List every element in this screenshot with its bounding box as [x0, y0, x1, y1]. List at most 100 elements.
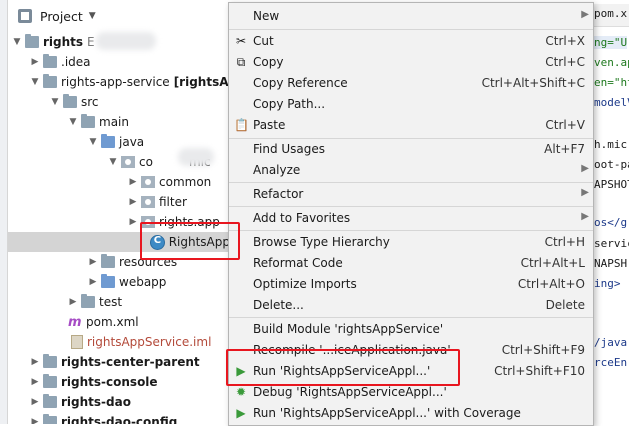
menu-item-copy-path[interactable]: Copy Path...: [229, 94, 593, 115]
menu-item-shortcut: Ctrl+Alt+Shift+C: [481, 76, 585, 90]
tree-item-main[interactable]: ▼ main: [8, 112, 230, 132]
tree-item-src[interactable]: ▼ src: [8, 92, 230, 112]
submenu-arrow-icon: ▶: [581, 211, 589, 222]
paste-icon: 📋: [234, 118, 249, 132]
menu-item-shortcut: Ctrl+V: [545, 118, 585, 132]
code-line: rceEn: [594, 356, 628, 369]
menu-separator: [229, 206, 593, 207]
collapse-arrow-icon[interactable]: ▶: [88, 277, 98, 287]
menu-item-label: Copy: [253, 55, 284, 69]
tree-item-suffix: [rightsA: [173, 75, 229, 89]
coverage-icon: ▶: [236, 406, 246, 420]
menu-item-reformat-code[interactable]: Reformat Code Ctrl+Alt+L: [229, 253, 593, 274]
tree-item-webapp[interactable]: ▶ webapp: [8, 272, 230, 292]
tree-item-idea[interactable]: ▶ .idea: [8, 52, 230, 72]
tree-item-label: .idea: [61, 55, 91, 69]
expand-arrow-icon[interactable]: ▼: [68, 117, 78, 127]
tree-item-rights-dao-config[interactable]: ▶ rights-dao-config: [8, 412, 230, 424]
menu-item-run-with-coverage[interactable]: ▶ Run 'RightsAppServiceAppl...' with Cov…: [229, 403, 593, 424]
tree-item-label: rights-console: [61, 375, 158, 389]
collapse-arrow-icon[interactable]: ▶: [30, 417, 40, 424]
tree-item-rights-console[interactable]: ▶ rights-console: [8, 372, 230, 392]
collapse-arrow-icon[interactable]: ▶: [30, 357, 40, 367]
collapse-arrow-icon[interactable]: ▶: [128, 217, 138, 227]
module-file-icon: [71, 335, 83, 349]
menu-item-shortcut: Ctrl+Alt+L: [520, 256, 585, 270]
menu-item-label: Build Module 'rightsAppService': [253, 322, 444, 336]
menu-item-shortcut: Ctrl+C: [545, 55, 585, 69]
tree-item-iml[interactable]: rightsAppService.iml: [8, 332, 230, 352]
menu-item-shortcut: Alt+F7: [544, 142, 585, 156]
menu-item-cut[interactable]: ✂ Cut Ctrl+X: [229, 31, 593, 52]
expand-arrow-icon[interactable]: ▼: [12, 37, 22, 47]
menu-item-shortcut: Ctrl+H: [544, 235, 585, 249]
menu-item-label: Analyze: [253, 163, 301, 177]
menu-item-shortcut: Ctrl+X: [545, 34, 585, 48]
project-panel-header[interactable]: Project ▼: [8, 6, 230, 26]
menu-item-delete[interactable]: Delete... Delete: [229, 295, 593, 316]
menu-item-find-usages[interactable]: Find Usages Alt+F7: [229, 139, 593, 160]
menu-separator: [229, 230, 593, 231]
tree-item-rights-app-service[interactable]: ▼ rights-app-service [rightsA: [8, 72, 230, 92]
tree-item-label: rights-dao-config: [61, 415, 178, 424]
menu-item-shortcut: Delete: [545, 298, 585, 312]
menu-item-label: Refactor: [253, 187, 304, 201]
code-line: modelV: [594, 96, 629, 109]
menu-item-new[interactable]: New ▶: [229, 6, 593, 27]
highlight-box-run: [226, 349, 460, 386]
expand-arrow-icon[interactable]: ▼: [88, 137, 98, 147]
tree-item-label: common: [159, 175, 212, 189]
menu-item-copy[interactable]: ⧉ Copy Ctrl+C: [229, 52, 593, 73]
tree-item-label: rights-app-service: [61, 75, 170, 89]
tree-item-label: rightsAppService.iml: [87, 335, 212, 349]
menu-item-label: Copy Reference: [253, 76, 348, 90]
menu-item-shortcut: Ctrl+Alt+O: [517, 277, 585, 291]
collapse-arrow-icon[interactable]: ▶: [30, 397, 40, 407]
code-line: APSHOT: [594, 178, 629, 191]
collapse-arrow-icon[interactable]: ▶: [128, 197, 138, 207]
web-folder-icon: [101, 274, 115, 288]
expand-arrow-icon[interactable]: ▼: [108, 157, 118, 167]
menu-item-copy-reference[interactable]: Copy Reference Ctrl+Alt+Shift+C: [229, 73, 593, 94]
code-line: ven.ap: [594, 56, 629, 69]
tree-item-rights-center-parent[interactable]: ▶ rights-center-parent: [8, 352, 230, 372]
expand-arrow-icon[interactable]: ▼: [30, 77, 40, 87]
menu-item-build-module[interactable]: Build Module 'rightsAppService': [229, 319, 593, 340]
module-folder-icon: [25, 34, 39, 48]
menu-item-refactor[interactable]: Refactor ▶: [229, 184, 593, 205]
code-line: servic: [594, 237, 629, 250]
tree-item-common[interactable]: ▶ common: [8, 172, 230, 192]
tree-item-pom[interactable]: m pom.xml: [8, 312, 230, 332]
module-folder-icon: [43, 394, 57, 408]
collapse-arrow-icon[interactable]: ▶: [128, 177, 138, 187]
expand-arrow-icon[interactable]: ▼: [50, 97, 60, 107]
tree-item-rights-dao[interactable]: ▶ rights-dao: [8, 392, 230, 412]
collapse-arrow-icon[interactable]: ▶: [30, 377, 40, 387]
submenu-arrow-icon: ▶: [581, 163, 589, 174]
menu-item-shortcut: Ctrl+Shift+F9: [501, 343, 585, 357]
editor-tab[interactable]: pom.x: [590, 4, 629, 27]
submenu-arrow-icon: ▶: [581, 9, 589, 20]
editor-tab-label: pom.x: [594, 7, 628, 20]
menu-item-add-to-favorites[interactable]: Add to Favorites ▶: [229, 208, 593, 229]
chevron-down-icon[interactable]: ▼: [89, 11, 96, 21]
folder-icon: [63, 94, 77, 108]
tree-item-label: java: [119, 135, 145, 149]
tree-item-test[interactable]: ▶ test: [8, 292, 230, 312]
menu-item-analyze[interactable]: Analyze ▶: [229, 160, 593, 181]
menu-item-browse-type-hierarchy[interactable]: Browse Type Hierarchy Ctrl+H: [229, 232, 593, 253]
menu-item-paste[interactable]: 📋 Paste Ctrl+V: [229, 115, 593, 136]
menu-item-optimize-imports[interactable]: Optimize Imports Ctrl+Alt+O: [229, 274, 593, 295]
tree-item-filter[interactable]: ▶ filter: [8, 192, 230, 212]
left-tool-strip: [0, 0, 8, 424]
menu-separator: [229, 182, 593, 183]
tree-item-label: pom.xml: [86, 315, 139, 329]
code-line: ing>: [594, 277, 621, 290]
collapse-arrow-icon[interactable]: ▶: [68, 297, 78, 307]
menu-item-label: Add to Favorites: [253, 211, 351, 225]
editor-area[interactable]: pom.x ng="U ven.ap en="ht modelV h.mic o…: [590, 0, 629, 424]
code-line: NAPSH: [594, 257, 628, 270]
collapse-arrow-icon[interactable]: ▶: [88, 257, 98, 267]
collapse-arrow-icon[interactable]: ▶: [30, 57, 40, 67]
tree-item-label: co: [139, 155, 153, 169]
